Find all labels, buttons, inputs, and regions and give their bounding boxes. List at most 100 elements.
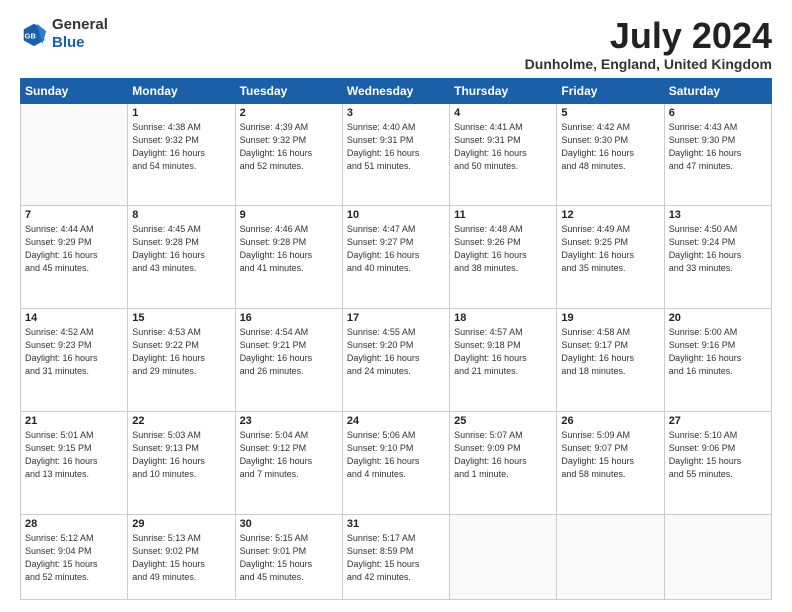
day-info: Sunrise: 4:55 AM Sunset: 9:20 PM Dayligh…: [347, 326, 445, 378]
table-row: 26 Sunrise: 5:09 AM Sunset: 9:07 PM Dayli…: [557, 411, 664, 514]
day-info: Sunrise: 4:41 AM Sunset: 9:31 PM Dayligh…: [454, 121, 552, 173]
day-number: 8: [132, 209, 230, 221]
day-number: 12: [561, 209, 659, 221]
day-number: 7: [25, 209, 123, 221]
day-number: 25: [454, 415, 552, 427]
day-number: 30: [240, 518, 338, 530]
day-number: 19: [561, 312, 659, 324]
table-row: [21, 103, 128, 206]
table-row: 19 Sunrise: 4:58 AM Sunset: 9:17 PM Dayli…: [557, 309, 664, 412]
day-number: 2: [240, 107, 338, 119]
table-row: 7 Sunrise: 4:44 AM Sunset: 9:29 PM Daylig…: [21, 206, 128, 309]
table-row: 10 Sunrise: 4:47 AM Sunset: 9:27 PM Dayli…: [342, 206, 449, 309]
day-number: 20: [669, 312, 767, 324]
day-number: 13: [669, 209, 767, 221]
day-number: 27: [669, 415, 767, 427]
day-info: Sunrise: 5:00 AM Sunset: 9:16 PM Dayligh…: [669, 326, 767, 378]
day-info: Sunrise: 4:40 AM Sunset: 9:31 PM Dayligh…: [347, 121, 445, 173]
day-info: Sunrise: 4:38 AM Sunset: 9:32 PM Dayligh…: [132, 121, 230, 173]
day-info: Sunrise: 4:46 AM Sunset: 9:28 PM Dayligh…: [240, 223, 338, 275]
day-number: 10: [347, 209, 445, 221]
logo-blue: Blue: [52, 34, 85, 51]
day-info: Sunrise: 5:03 AM Sunset: 9:13 PM Dayligh…: [132, 429, 230, 481]
table-row: 18 Sunrise: 4:57 AM Sunset: 9:18 PM Dayli…: [450, 309, 557, 412]
day-number: 11: [454, 209, 552, 221]
day-info: Sunrise: 4:47 AM Sunset: 9:27 PM Dayligh…: [347, 223, 445, 275]
col-wednesday: Wednesday: [342, 78, 449, 103]
day-info: Sunrise: 4:42 AM Sunset: 9:30 PM Dayligh…: [561, 121, 659, 173]
day-number: 6: [669, 107, 767, 119]
day-info: Sunrise: 5:09 AM Sunset: 9:07 PM Dayligh…: [561, 429, 659, 481]
calendar-header-row: Sunday Monday Tuesday Wednesday Thursday…: [21, 78, 772, 103]
table-row: 11Sunrise: 4:48 AM Sunset: 9:26 PM Dayli…: [450, 206, 557, 309]
table-row: 20 Sunrise: 5:00 AM Sunset: 9:16 PM Dayli…: [664, 309, 771, 412]
col-monday: Monday: [128, 78, 235, 103]
day-info: Sunrise: 4:49 AM Sunset: 9:25 PM Dayligh…: [561, 223, 659, 275]
table-row: 6 Sunrise: 4:43 AM Sunset: 9:30 PM Daylig…: [664, 103, 771, 206]
header: GB General Blue July 2024 Dunholme, Engl…: [20, 16, 772, 72]
table-row: 22Sunrise: 5:03 AM Sunset: 9:13 PM Dayli…: [128, 411, 235, 514]
logo-general: General: [52, 16, 108, 33]
day-info: Sunrise: 5:12 AM Sunset: 9:04 PM Dayligh…: [25, 532, 123, 584]
calendar-table: Sunday Monday Tuesday Wednesday Thursday…: [20, 78, 772, 600]
table-row: 5 Sunrise: 4:42 AM Sunset: 9:30 PM Daylig…: [557, 103, 664, 206]
day-info: Sunrise: 4:58 AM Sunset: 9:17 PM Dayligh…: [561, 326, 659, 378]
day-info: Sunrise: 5:10 AM Sunset: 9:06 PM Dayligh…: [669, 429, 767, 481]
day-number: 24: [347, 415, 445, 427]
col-thursday: Thursday: [450, 78, 557, 103]
day-number: 16: [240, 312, 338, 324]
title-block: July 2024 Dunholme, England, United King…: [525, 16, 772, 72]
day-number: 1: [132, 107, 230, 119]
day-number: 31: [347, 518, 445, 530]
table-row: 2 Sunrise: 4:39 AM Sunset: 9:32 PM Daylig…: [235, 103, 342, 206]
day-info: Sunrise: 4:54 AM Sunset: 9:21 PM Dayligh…: [240, 326, 338, 378]
col-friday: Friday: [557, 78, 664, 103]
day-number: 5: [561, 107, 659, 119]
day-info: Sunrise: 5:15 AM Sunset: 9:01 PM Dayligh…: [240, 532, 338, 584]
table-row: [664, 514, 771, 599]
table-row: 28 Sunrise: 5:12 AM Sunset: 9:04 PM Dayli…: [21, 514, 128, 599]
col-tuesday: Tuesday: [235, 78, 342, 103]
table-row: [557, 514, 664, 599]
table-row: 30 Sunrise: 5:15 AM Sunset: 9:01 PM Dayli…: [235, 514, 342, 599]
table-row: 29 Sunrise: 5:13 AM Sunset: 9:02 PM Dayli…: [128, 514, 235, 599]
day-number: 18: [454, 312, 552, 324]
location: Dunholme, England, United Kingdom: [525, 56, 772, 72]
table-row: 24Sunrise: 5:06 AM Sunset: 9:10 PM Dayli…: [342, 411, 449, 514]
day-info: Sunrise: 4:57 AM Sunset: 9:18 PM Dayligh…: [454, 326, 552, 378]
day-number: 29: [132, 518, 230, 530]
day-info: Sunrise: 5:01 AM Sunset: 9:15 PM Dayligh…: [25, 429, 123, 481]
table-row: 27 Sunrise: 5:10 AM Sunset: 9:06 PM Dayli…: [664, 411, 771, 514]
day-number: 3: [347, 107, 445, 119]
table-row: 3 Sunrise: 4:40 AM Sunset: 9:31 PM Daylig…: [342, 103, 449, 206]
day-number: 15: [132, 312, 230, 324]
table-row: 13Sunrise: 4:50 AM Sunset: 9:24 PM Dayli…: [664, 206, 771, 309]
table-row: 21Sunrise: 5:01 AM Sunset: 9:15 PM Dayli…: [21, 411, 128, 514]
table-row: 23Sunrise: 5:04 AM Sunset: 9:12 PM Dayli…: [235, 411, 342, 514]
day-number: 14: [25, 312, 123, 324]
table-row: 8 Sunrise: 4:45 AM Sunset: 9:28 PM Daylig…: [128, 206, 235, 309]
table-row: 25 Sunrise: 5:07 AM Sunset: 9:09 PM Dayli…: [450, 411, 557, 514]
day-number: 17: [347, 312, 445, 324]
day-number: 4: [454, 107, 552, 119]
table-row: 12 Sunrise: 4:49 AM Sunset: 9:25 PM Dayli…: [557, 206, 664, 309]
logo: GB General Blue: [20, 16, 108, 52]
day-info: Sunrise: 5:13 AM Sunset: 9:02 PM Dayligh…: [132, 532, 230, 584]
day-info: Sunrise: 4:43 AM Sunset: 9:30 PM Dayligh…: [669, 121, 767, 173]
month-title: July 2024: [525, 16, 772, 56]
day-info: Sunrise: 4:45 AM Sunset: 9:28 PM Dayligh…: [132, 223, 230, 275]
day-number: 28: [25, 518, 123, 530]
svg-text:GB: GB: [25, 32, 37, 41]
table-row: 16 Sunrise: 4:54 AM Sunset: 9:21 PM Dayli…: [235, 309, 342, 412]
day-info: Sunrise: 4:44 AM Sunset: 9:29 PM Dayligh…: [25, 223, 123, 275]
table-row: 9Sunrise: 4:46 AM Sunset: 9:28 PM Daylig…: [235, 206, 342, 309]
day-info: Sunrise: 5:07 AM Sunset: 9:09 PM Dayligh…: [454, 429, 552, 481]
day-info: Sunrise: 4:39 AM Sunset: 9:32 PM Dayligh…: [240, 121, 338, 173]
logo-text: General Blue: [52, 16, 108, 52]
day-number: 26: [561, 415, 659, 427]
day-info: Sunrise: 5:17 AM Sunset: 8:59 PM Dayligh…: [347, 532, 445, 584]
logo-icon: GB: [20, 20, 48, 48]
table-row: 17 Sunrise: 4:55 AM Sunset: 9:20 PM Dayli…: [342, 309, 449, 412]
table-row: [450, 514, 557, 599]
day-number: 23: [240, 415, 338, 427]
